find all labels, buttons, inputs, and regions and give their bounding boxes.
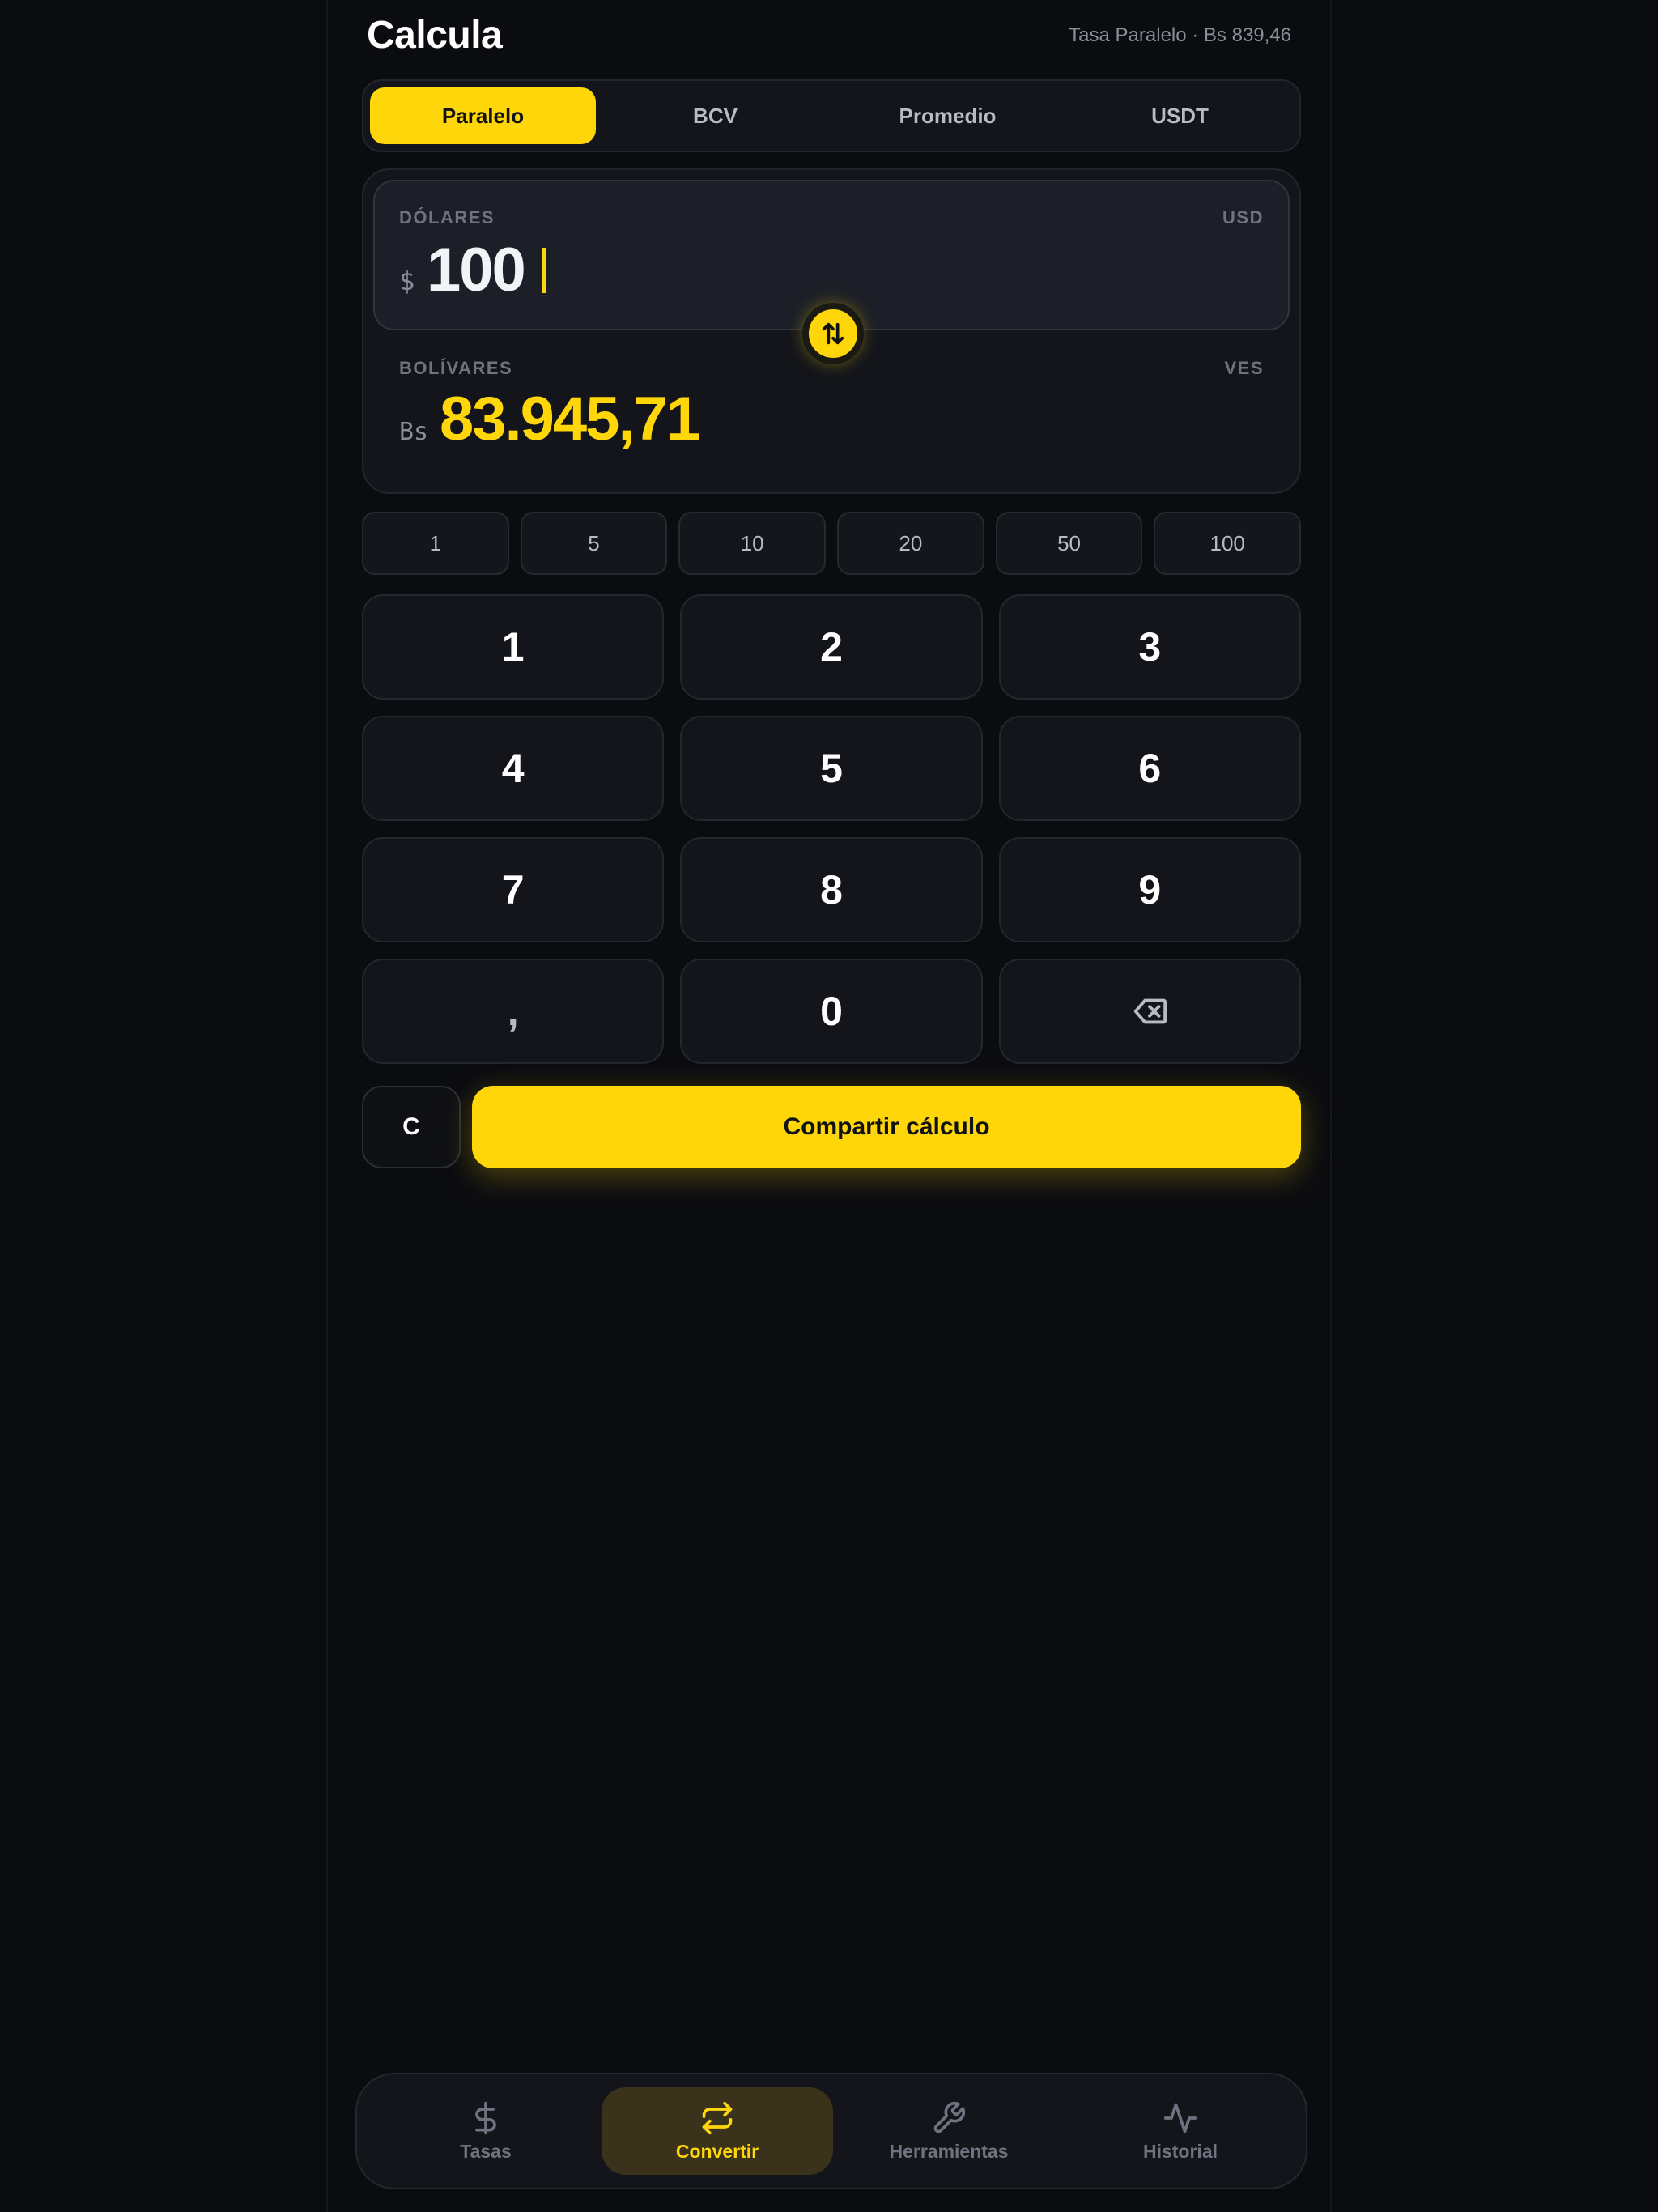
backspace-icon — [1134, 998, 1167, 1024]
key-1[interactable]: 1 — [362, 594, 665, 700]
nav-convertir[interactable]: Convertir — [602, 2087, 833, 2175]
key-6[interactable]: 6 — [998, 716, 1301, 821]
usd-code: USD — [1222, 207, 1264, 228]
activity-icon — [1163, 2103, 1197, 2133]
share-button[interactable]: Compartir cálculo — [472, 1086, 1301, 1168]
quick-amount-10[interactable]: 10 — [678, 512, 827, 575]
key-3[interactable]: 3 — [998, 594, 1301, 700]
nav-label-convertir: Convertir — [675, 2140, 759, 2162]
key-2[interactable]: 2 — [680, 594, 983, 700]
page-title: Calcula — [367, 14, 503, 57]
key-8[interactable]: 8 — [680, 837, 983, 942]
usd-symbol: $ — [399, 266, 415, 296]
quick-amount-1[interactable]: 1 — [362, 512, 509, 575]
usd-label: DÓLARES — [399, 207, 495, 228]
tab-bcv[interactable]: BCV — [602, 87, 828, 144]
bottom-nav: Tasas Convertir Herramientas Historial — [355, 2073, 1307, 2189]
quick-amounts: 1 5 10 20 50 100 — [362, 512, 1302, 575]
swap-vertical-icon — [822, 322, 844, 345]
nav-label-historial: Historial — [1142, 2140, 1218, 2162]
quick-amount-5[interactable]: 5 — [520, 512, 668, 575]
dollar-icon — [475, 2101, 496, 2134]
usd-amount[interactable]: 100 — [427, 235, 526, 305]
tab-promedio[interactable]: Promedio — [835, 87, 1061, 144]
nav-historial[interactable]: Historial — [1065, 2087, 1296, 2175]
quick-amount-50[interactable]: 50 — [995, 512, 1143, 575]
converter-card: DÓLARES USD $ 100 BOLÍVARES VES Bs 83.94… — [362, 168, 1301, 494]
swap-button[interactable] — [802, 303, 864, 364]
rate-tabs: Paralelo BCV Promedio USDT — [362, 79, 1301, 152]
ves-label: BOLÍVARES — [399, 358, 513, 378]
nav-label-herramientas: Herramientas — [889, 2140, 1009, 2162]
rate-label: Tasa Paralelo · Bs 839,46 — [1069, 24, 1291, 46]
repeat-icon — [702, 2101, 733, 2134]
keypad: 1 2 3 4 5 6 7 8 9 , 0 — [362, 594, 1301, 1064]
nav-label-tasas: Tasas — [460, 2140, 512, 2162]
bottom-actions: C Compartir cálculo — [362, 1086, 1301, 1168]
ves-code: VES — [1224, 358, 1264, 378]
quick-amount-100[interactable]: 100 — [1154, 512, 1302, 575]
app-frame: Calcula Tasa Paralelo · Bs 839,46 Parale… — [326, 0, 1332, 2212]
key-backspace[interactable] — [998, 959, 1301, 1064]
key-4[interactable]: 4 — [362, 716, 665, 821]
ves-symbol: Bs — [399, 418, 429, 446]
ves-amount: 83.945,71 — [440, 385, 700, 453]
key-comma[interactable]: , — [362, 959, 665, 1064]
key-0[interactable]: 0 — [680, 959, 983, 1064]
key-5[interactable]: 5 — [680, 716, 983, 821]
tab-usdt[interactable]: USDT — [1067, 87, 1293, 144]
clear-button[interactable]: C — [362, 1086, 461, 1168]
key-9[interactable]: 9 — [998, 837, 1301, 942]
key-7[interactable]: 7 — [362, 837, 665, 942]
wrench-icon — [933, 2101, 966, 2133]
nav-tasas[interactable]: Tasas — [370, 2087, 602, 2175]
header: Calcula Tasa Paralelo · Bs 839,46 — [328, 0, 1330, 74]
nav-herramientas[interactable]: Herramientas — [833, 2087, 1065, 2175]
tab-paralelo[interactable]: Paralelo — [370, 87, 596, 144]
text-cursor — [542, 248, 546, 293]
quick-amount-20[interactable]: 20 — [837, 512, 984, 575]
